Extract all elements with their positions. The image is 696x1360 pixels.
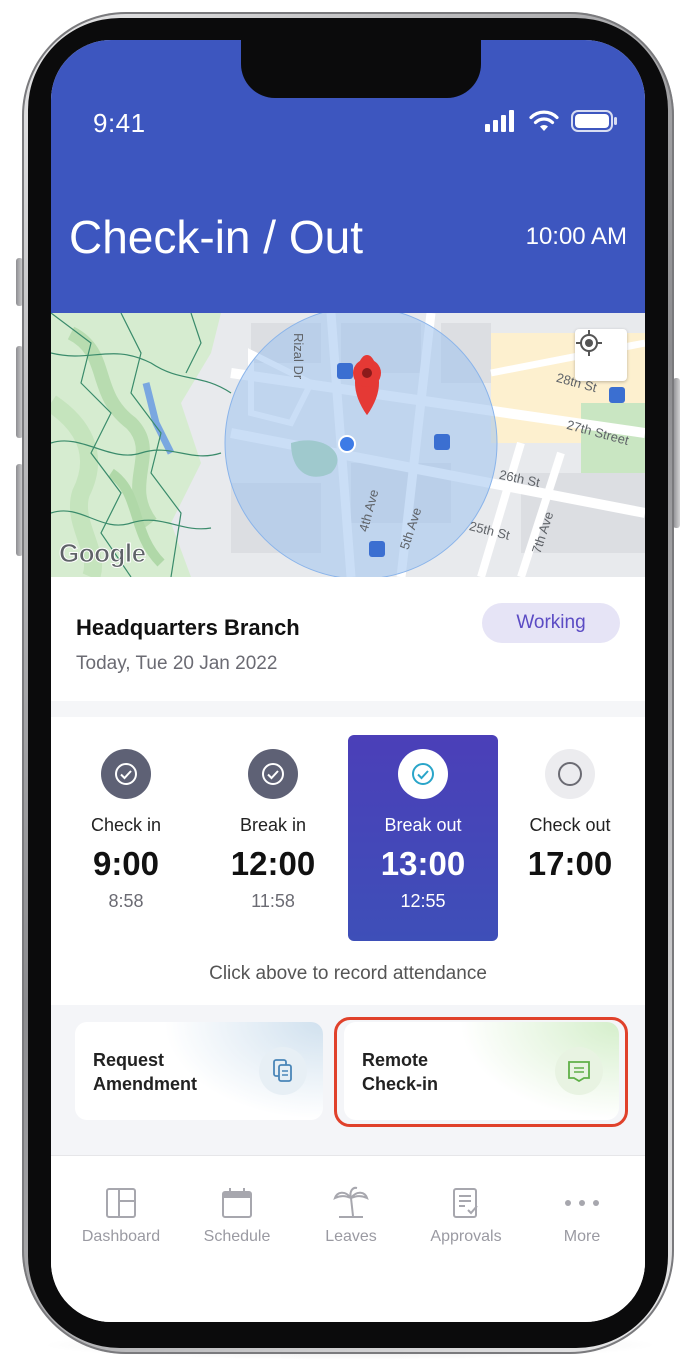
app-screen: 9:41 Check-in / Out 10:00 AM Rizal Dr 28… <box>51 40 645 1322</box>
card-title-line: Request <box>93 1050 165 1070</box>
calendar-icon <box>178 1184 296 1222</box>
nav-more[interactable]: More <box>523 1184 641 1246</box>
more-dots-icon <box>523 1184 641 1222</box>
nav-schedule[interactable]: Schedule <box>178 1184 296 1246</box>
locate-me-button[interactable] <box>575 329 627 381</box>
nav-leaves[interactable]: Leaves <box>292 1184 410 1246</box>
slot-break-in[interactable]: Break in 12:00 11:58 <box>198 735 348 941</box>
bottom-nav: Dashboard Schedule Leaves Approvals More <box>51 1155 645 1322</box>
signal-icon <box>485 110 514 132</box>
page-title: Check-in / Out <box>69 211 363 263</box>
slot-actual-time: 8:58 <box>108 891 144 911</box>
attendance-panel: Check in 9:00 8:58 Break in 12:00 11:58 … <box>51 717 645 1005</box>
slot-scheduled-time: 9:00 <box>92 845 160 882</box>
slot-check-in[interactable]: Check in 9:00 8:58 <box>51 735 201 941</box>
slot-actual-time: 11:58 <box>251 891 295 911</box>
request-amendment-button[interactable]: Request Amendment <box>75 1022 323 1120</box>
slot-label: Break in <box>239 815 307 835</box>
nav-label: Dashboard <box>81 1228 161 1245</box>
check-circle-icon <box>101 749 151 799</box>
map-logo: Google <box>59 538 147 569</box>
attendance-hint: Click above to record attendance <box>209 963 487 984</box>
battery-icon <box>571 110 617 132</box>
branch-name: Headquarters Branch <box>76 615 300 640</box>
nav-label: Leaves <box>325 1228 377 1245</box>
status-badge: Working <box>482 603 620 643</box>
dashboard-icon <box>62 1184 180 1222</box>
notch <box>241 40 481 98</box>
empty-circle-icon <box>545 749 595 799</box>
branch-date: Today, Tue 20 Jan 2022 <box>76 653 278 674</box>
check-circle-icon <box>248 749 298 799</box>
nav-label: Approvals <box>430 1228 502 1245</box>
status-time: 9:41 <box>93 108 146 138</box>
crosshair-icon <box>576 330 602 356</box>
slot-actual-time: 12:55 <box>400 891 446 911</box>
slot-scheduled-time: 17:00 <box>527 845 613 882</box>
branch-card: Headquarters Branch Today, Tue 20 Jan 20… <box>51 577 645 701</box>
map-view[interactable]: Rizal Dr 28th St 27th Street 26th St 25t… <box>51 313 645 577</box>
checklist-icon <box>407 1184 525 1222</box>
slot-label: Break out <box>384 815 462 835</box>
documents-icon <box>259 1047 307 1095</box>
map-street-label: Rizal Dr <box>291 333 306 380</box>
wifi-icon <box>529 110 559 131</box>
power-button <box>673 378 680 528</box>
check-circle-icon <box>398 749 448 799</box>
status-icons <box>485 110 617 132</box>
slot-break-out[interactable]: Break out 13:00 12:55 <box>348 735 498 941</box>
slot-label: Check in <box>90 815 162 835</box>
remote-check-in-highlight <box>334 1017 628 1127</box>
nav-approvals[interactable]: Approvals <box>407 1184 525 1246</box>
nav-dashboard[interactable]: Dashboard <box>62 1184 180 1246</box>
palm-tree-icon <box>292 1184 410 1222</box>
current-time: 10:00 AM <box>525 223 627 250</box>
section-divider <box>51 701 645 717</box>
card-title: Request Amendment <box>93 1048 197 1096</box>
nav-label: Schedule <box>203 1228 271 1245</box>
nav-label: More <box>563 1228 601 1245</box>
slot-label: Check out <box>529 815 611 835</box>
slot-check-out[interactable]: Check out 17:00 <box>495 735 645 941</box>
slot-scheduled-time: 13:00 <box>380 845 466 882</box>
slot-scheduled-time: 12:00 <box>230 845 316 882</box>
card-title-line: Amendment <box>93 1074 198 1094</box>
